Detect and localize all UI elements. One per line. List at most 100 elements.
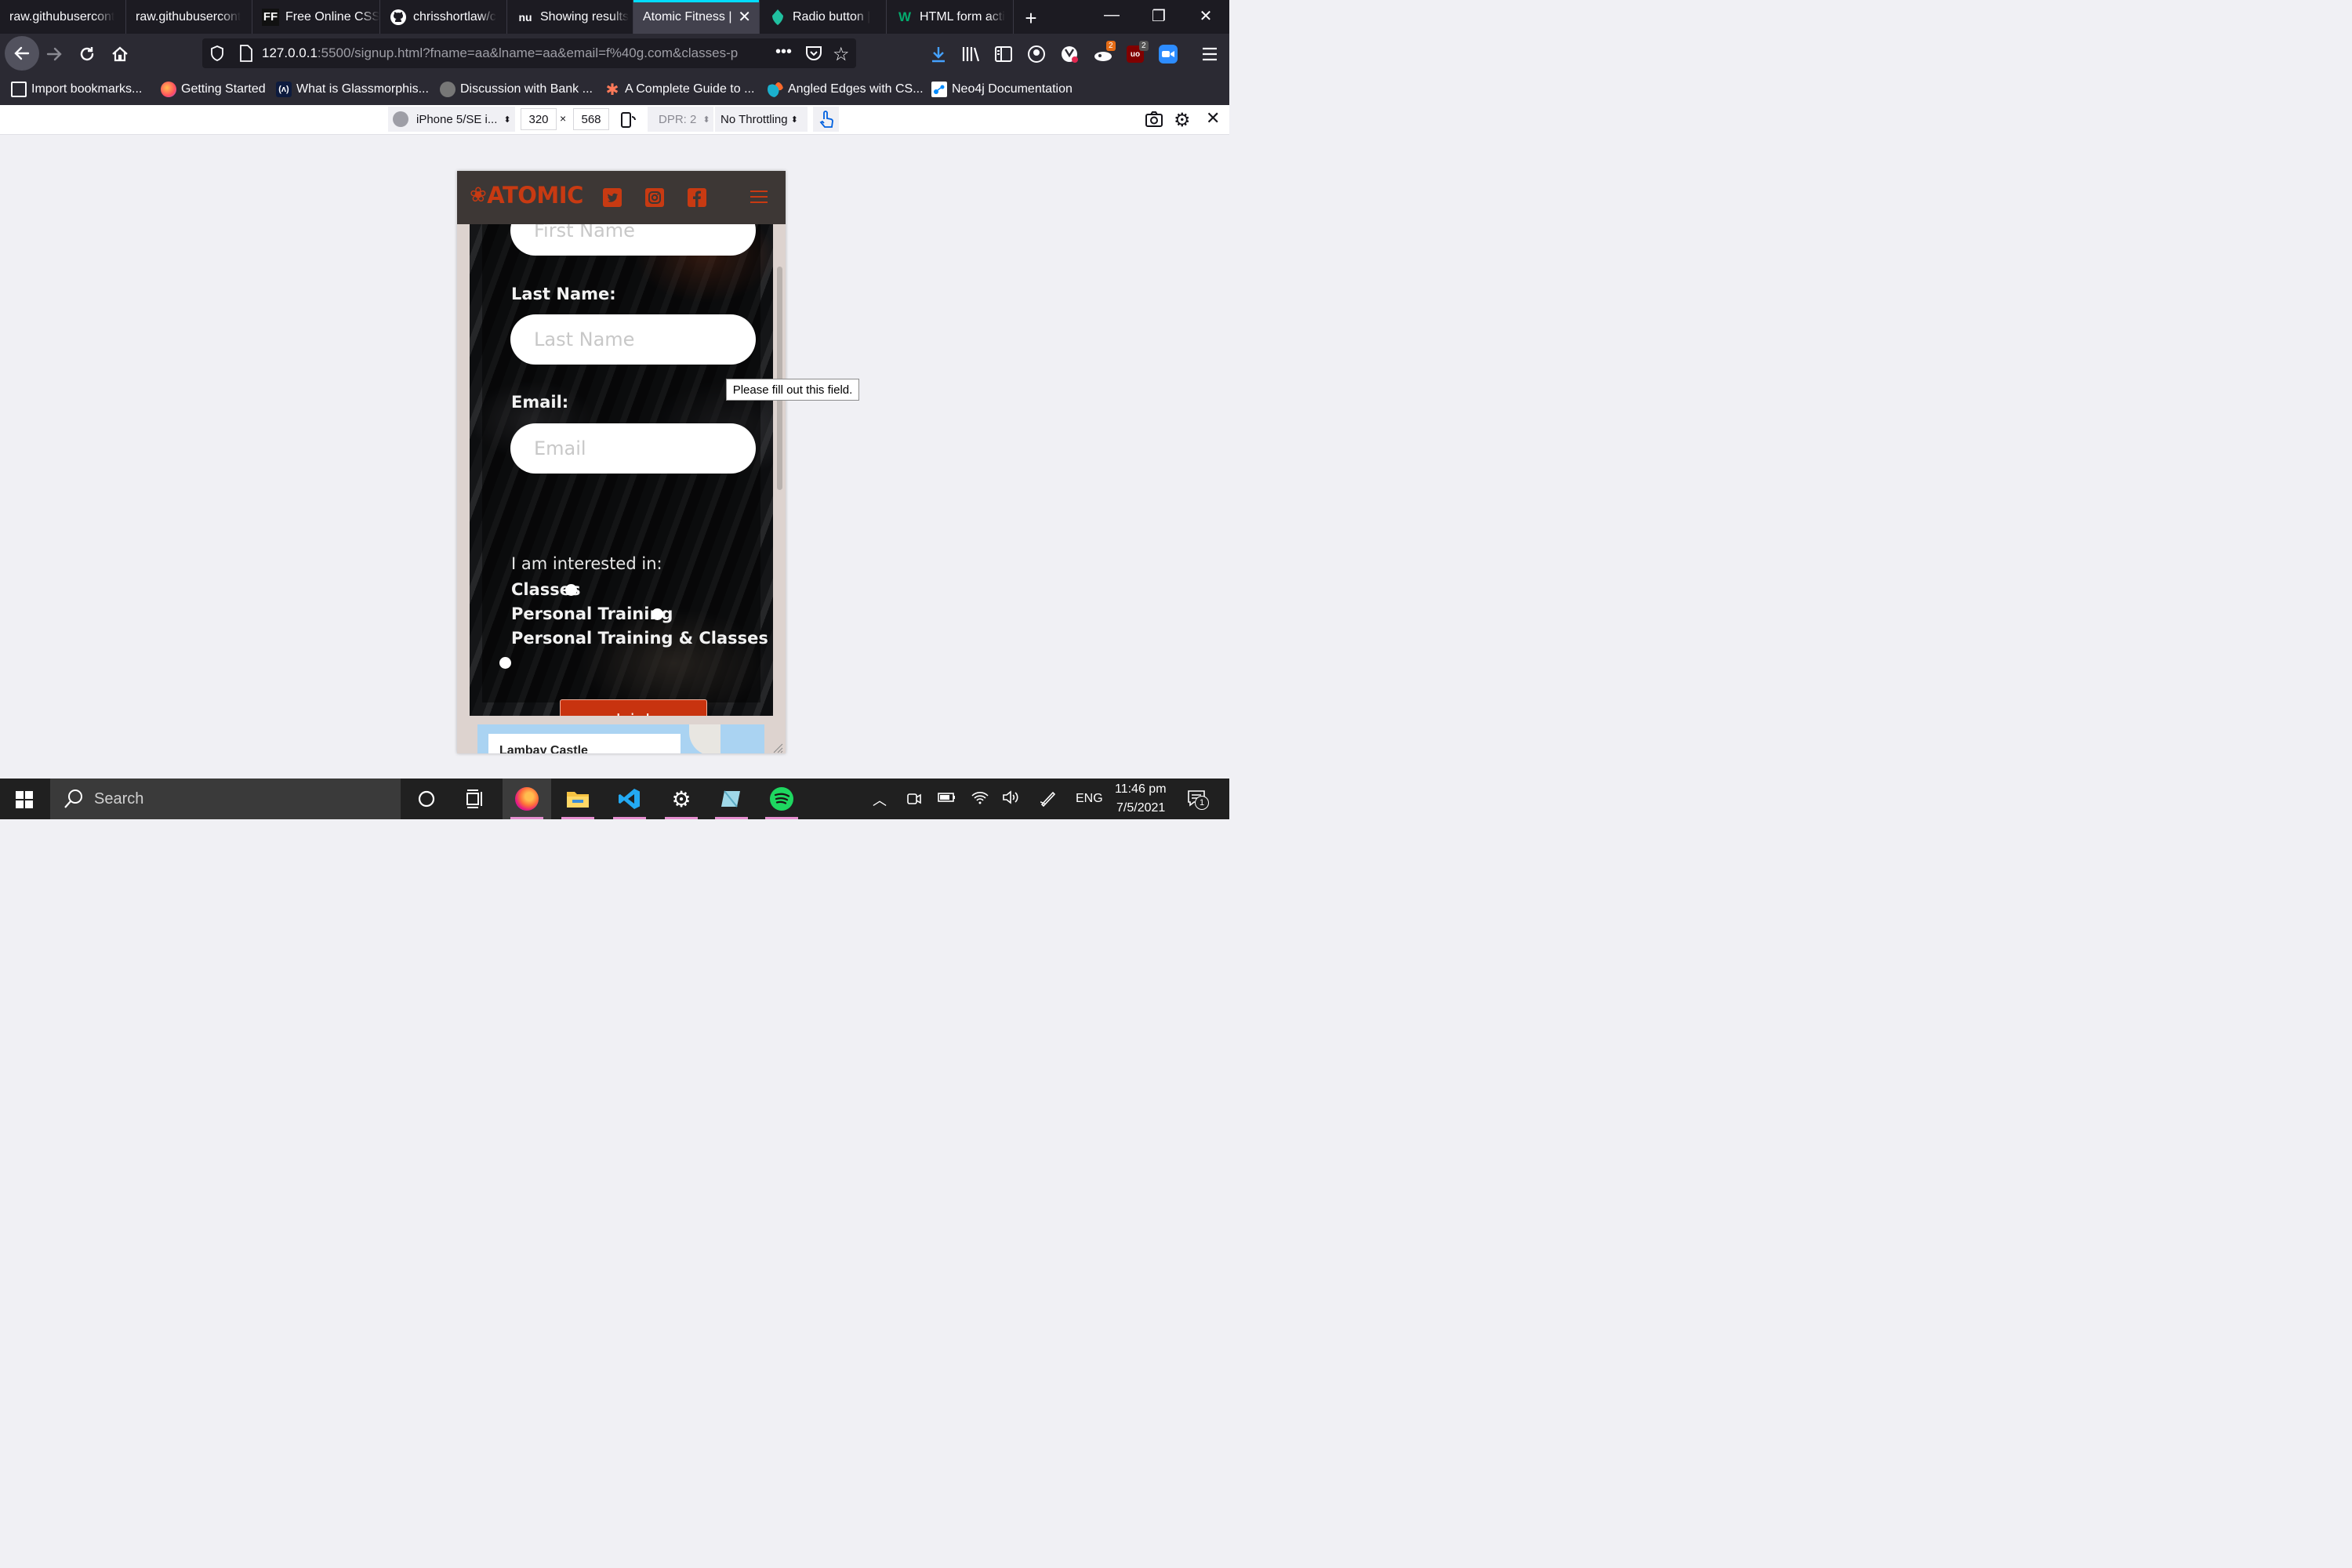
window-close-icon[interactable]: ✕ xyxy=(1194,6,1218,26)
taskbar: Search ⚙ ︿ ENG 11:46 pm 7/5/2021 1 xyxy=(0,779,1229,819)
settings-gear-icon[interactable]: ⚙ xyxy=(1174,109,1191,132)
email-input[interactable] xyxy=(510,423,756,474)
tab-bar: raw.githubusercont raw.githubusercont FF… xyxy=(0,0,1229,34)
bookmark-star-icon[interactable]: ☆ xyxy=(833,43,850,66)
reload-icon[interactable] xyxy=(76,43,98,65)
firefox-taskbar-icon[interactable] xyxy=(503,779,551,819)
language-indicator[interactable]: ENG xyxy=(1076,792,1103,806)
shield-icon[interactable] xyxy=(209,45,226,66)
site-header: ❀ ATOMIC xyxy=(457,171,786,224)
bookmark-item[interactable]: ✱ A Complete Guide to ... xyxy=(604,82,755,99)
close-tab-icon[interactable]: ✕ xyxy=(738,7,751,27)
tab-title: raw.githubusercont xyxy=(136,9,241,24)
viewport-height-input[interactable]: 568 xyxy=(573,108,609,130)
tab[interactable]: chrisshortlaw/c xyxy=(380,0,507,34)
github-icon xyxy=(390,9,407,26)
join-button[interactable]: Join! xyxy=(560,699,707,716)
volume-icon[interactable] xyxy=(1002,789,1021,809)
download-icon[interactable] xyxy=(927,43,949,65)
new-tab-icon[interactable]: + xyxy=(1019,6,1043,31)
bookmark-label: A Complete Guide to ... xyxy=(625,82,755,96)
tab[interactable]: FF Free Online CSS xyxy=(252,0,380,34)
resize-handle-icon[interactable] xyxy=(772,742,783,753)
url-bar[interactable]: 127.0.0.1:5500/signup.html?fname=aa&lnam… xyxy=(202,38,856,68)
rotate-icon[interactable] xyxy=(619,111,637,133)
option-label-pt-and-classes: Personal Training & Classes xyxy=(511,629,768,648)
bookmark-label: Neo4j Documentation xyxy=(952,82,1073,96)
tab[interactable]: raw.githubusercont xyxy=(0,0,126,34)
sidebar-icon[interactable] xyxy=(993,43,1014,65)
bookmark-item[interactable]: Import bookmarks... xyxy=(11,82,142,97)
bookmark-label: Discussion with Bank ... xyxy=(460,82,593,96)
file-explorer-icon[interactable] xyxy=(554,779,602,819)
nu-icon: nu xyxy=(518,10,532,24)
spotify-icon[interactable] xyxy=(757,779,806,819)
task-view-icon[interactable] xyxy=(451,779,499,819)
home-icon[interactable] xyxy=(109,43,131,65)
pen-icon[interactable] xyxy=(1039,789,1058,811)
screenshot-icon[interactable] xyxy=(1145,111,1163,132)
tab-active[interactable]: Atomic Fitness | ✕ xyxy=(633,0,760,34)
page-actions-icon[interactable]: ••• xyxy=(775,43,792,61)
windows-start-icon[interactable] xyxy=(16,791,33,812)
last-name-input[interactable] xyxy=(510,314,756,365)
bookmark-item[interactable]: (ʌ) What is Glassmorphis... xyxy=(276,82,429,97)
tab[interactable]: W HTML form acti xyxy=(887,0,1014,34)
url-text[interactable]: 127.0.0.1:5500/signup.html?fname=aa&lnam… xyxy=(262,45,771,61)
cortana-icon[interactable] xyxy=(402,779,451,819)
vscode-icon[interactable] xyxy=(605,779,654,819)
bookmarks-toolbar: Import bookmarks... Getting Started (ʌ) … xyxy=(0,73,1229,106)
navigation-bar: 127.0.0.1:5500/signup.html?fname=aa&lnam… xyxy=(0,34,1229,73)
hamburger-menu-icon[interactable] xyxy=(750,191,768,207)
map-embed[interactable]: Lambay Castle xyxy=(477,724,764,753)
tray-expand-icon[interactable]: ︿ xyxy=(873,789,887,810)
menu-icon[interactable] xyxy=(1199,43,1221,65)
restore-icon[interactable]: ❐ xyxy=(1147,6,1171,26)
bookmark-item[interactable]: Neo4j Documentation xyxy=(931,82,1073,97)
notification-center-icon[interactable]: 1 xyxy=(1187,789,1209,813)
close-rdm-icon[interactable]: ✕ xyxy=(1206,108,1220,129)
tab[interactable]: nu Showing results xyxy=(507,0,633,34)
instagram-icon[interactable] xyxy=(645,188,664,207)
viewport-width-input[interactable]: 320 xyxy=(521,108,557,130)
bookmark-item[interactable]: Discussion with Bank ... xyxy=(440,82,593,97)
battery-icon[interactable] xyxy=(938,789,956,809)
bookmark-item[interactable]: Getting Started xyxy=(161,82,266,97)
wifi-icon[interactable] xyxy=(971,789,989,809)
map-info-card: Lambay Castle xyxy=(488,734,681,753)
back-icon[interactable] xyxy=(5,36,39,71)
dpr-label: DPR: 2 xyxy=(659,112,697,126)
tab[interactable]: Radio button | xyxy=(760,0,887,34)
radio-pt-and-classes[interactable] xyxy=(499,657,511,669)
w3-icon: W xyxy=(898,9,912,24)
extension-blocker-icon[interactable] xyxy=(1058,43,1080,65)
tab[interactable]: raw.githubusercont xyxy=(126,0,252,34)
pocket-icon[interactable] xyxy=(804,44,823,67)
radio-personal-training[interactable] xyxy=(652,608,663,620)
library-icon[interactable] xyxy=(960,43,982,65)
signup-hero: Last Name: Email: I am interested in: Cl… xyxy=(470,224,773,716)
throttling-selector[interactable]: No Throttling ⬍ xyxy=(715,107,808,132)
atom-icon: ❀ xyxy=(470,183,487,207)
first-name-input[interactable] xyxy=(510,224,756,256)
site-logo[interactable]: ❀ ATOMIC xyxy=(470,182,583,209)
clock-date[interactable]: 7/5/2021 xyxy=(1116,801,1165,815)
meet-now-icon[interactable] xyxy=(906,789,922,811)
bookmark-item[interactable]: Angled Edges with CS... xyxy=(768,82,924,97)
prism-app-icon[interactable] xyxy=(707,779,756,819)
angled-edges-icon xyxy=(768,82,783,97)
settings-icon[interactable]: ⚙ xyxy=(657,779,706,819)
minimize-icon[interactable]: — xyxy=(1100,6,1123,24)
touch-simulation-icon[interactable] xyxy=(813,107,839,132)
twitter-icon[interactable] xyxy=(603,188,622,207)
facebook-icon[interactable] xyxy=(688,188,706,207)
device-selector[interactable]: iPhone 5/SE i... ⬍ xyxy=(388,107,515,132)
device-icon xyxy=(393,111,408,127)
forward-icon[interactable] xyxy=(43,43,65,65)
account-icon[interactable] xyxy=(1025,43,1047,65)
taskbar-search[interactable]: Search xyxy=(50,779,401,819)
zoom-icon[interactable] xyxy=(1157,43,1179,65)
radio-classes[interactable] xyxy=(565,584,577,596)
clock-time[interactable]: 11:46 pm xyxy=(1115,782,1167,797)
dpr-selector[interactable]: DPR: 2 ⬍ xyxy=(648,107,713,132)
